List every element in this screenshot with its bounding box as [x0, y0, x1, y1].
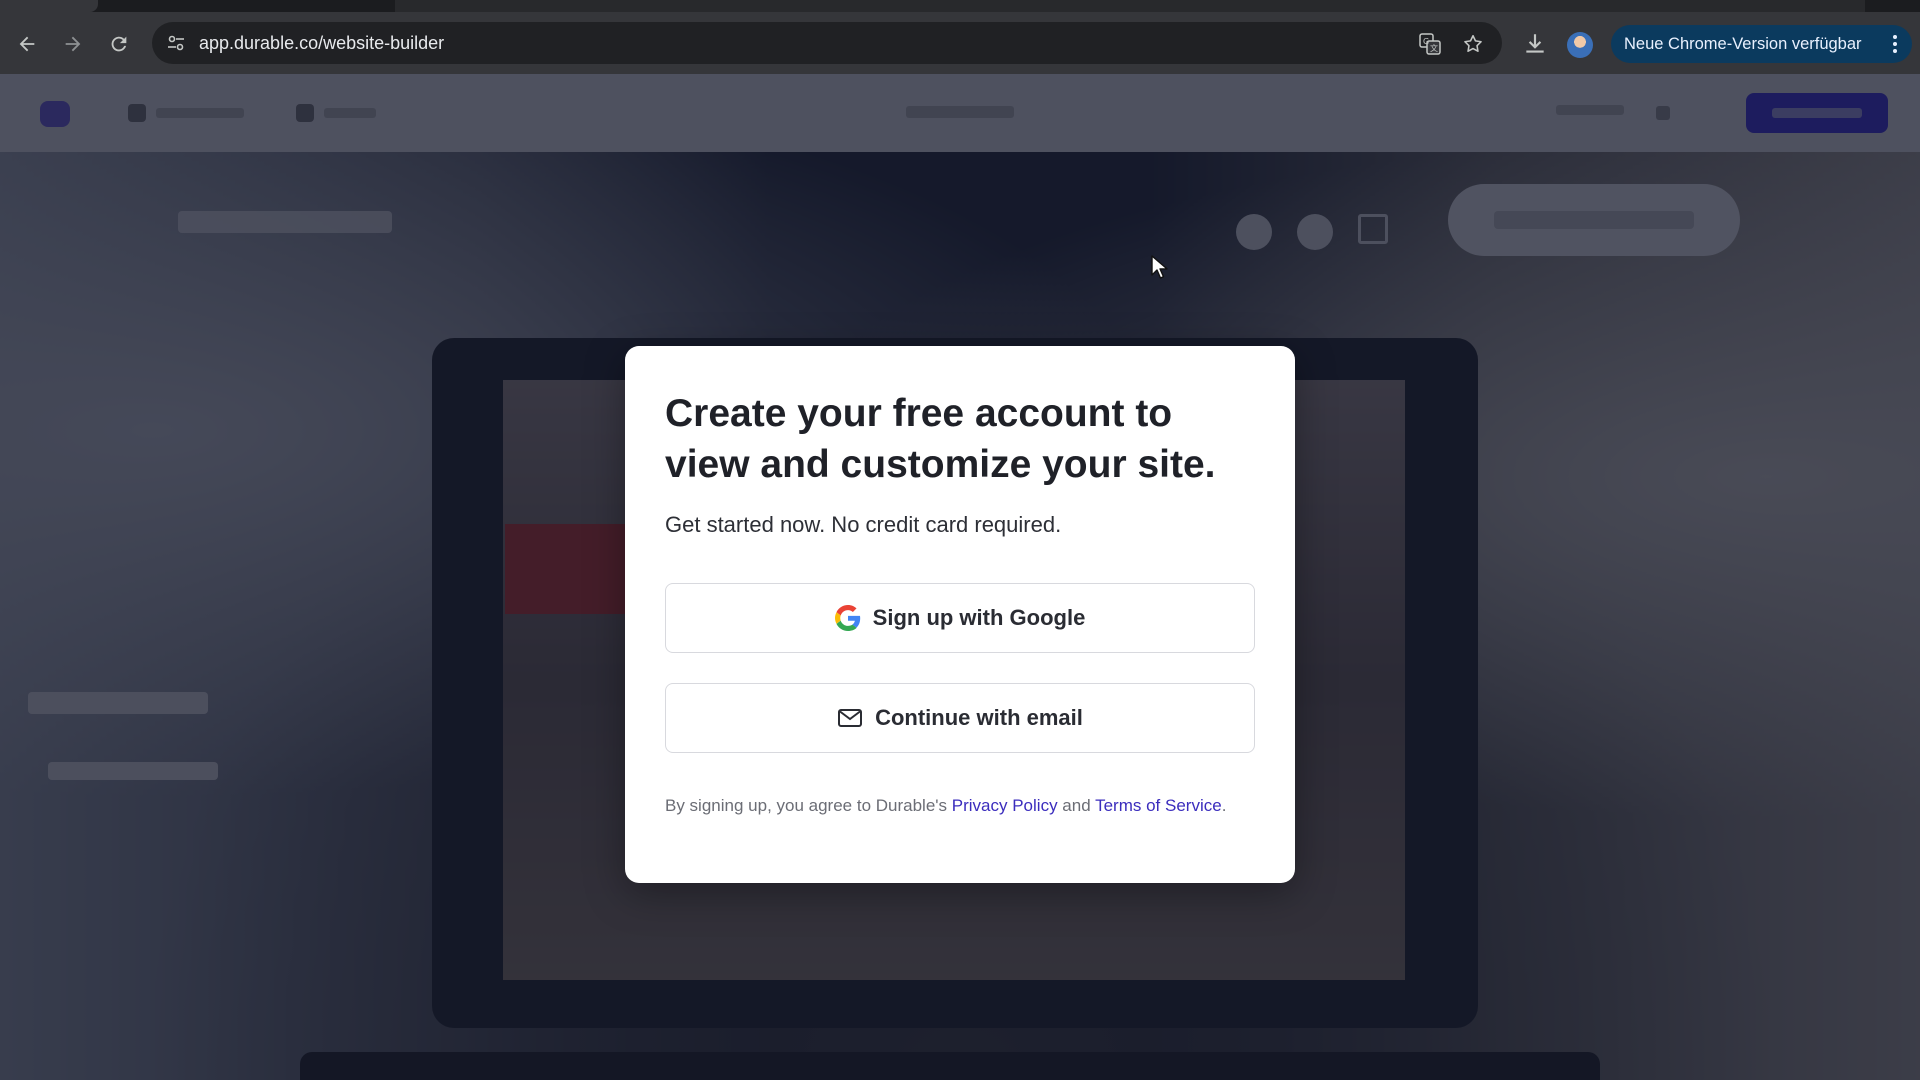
- legal-and: and: [1057, 796, 1096, 815]
- modal-title: Create your free account to view and cus…: [665, 392, 1216, 486]
- email-button-label: Continue with email: [875, 705, 1083, 730]
- mail-icon: [838, 709, 863, 727]
- active-tab[interactable]: [0, 0, 98, 12]
- svg-text:文: 文: [1430, 43, 1438, 53]
- address-bar[interactable]: app.durable.co/website-builder G 文: [152, 22, 1502, 64]
- modal-subtitle: Get started now. No credit card required…: [665, 512, 1062, 537]
- reload-icon: [111, 36, 127, 52]
- back-arrow-icon: [19, 36, 35, 52]
- tab-strip: [0, 0, 1920, 12]
- legal-suffix: .: [1221, 796, 1227, 815]
- privacy-policy-link[interactable]: Privacy Policy: [952, 796, 1058, 815]
- site-info-icon[interactable]: [166, 33, 186, 53]
- bookmark-star-icon[interactable]: [1462, 33, 1484, 55]
- chrome-update-button[interactable]: Neue Chrome-Version verfügbar: [1611, 25, 1912, 63]
- forward-arrow-icon: [65, 36, 81, 52]
- browser-toolbar: app.durable.co/website-builder G 文 Neue …: [0, 12, 1920, 74]
- profile-avatar[interactable]: [1567, 32, 1593, 58]
- sign-up-with-google-button[interactable]: Sign up with Google: [665, 583, 1255, 653]
- google-g-icon: [834, 605, 860, 631]
- google-button-label: Sign up with Google: [872, 605, 1086, 630]
- update-chip-label: Neue Chrome-Version verfügbar: [1624, 34, 1862, 53]
- terms-of-service-link[interactable]: Terms of Service: [1095, 796, 1222, 815]
- legal-notice: By signing up, you agree to Durable's Pr…: [665, 793, 1255, 819]
- download-icon[interactable]: [1522, 31, 1548, 57]
- signup-modal: Create your free account to view and cus…: [625, 346, 1295, 883]
- reload-button[interactable]: [106, 31, 132, 57]
- url-text[interactable]: app.durable.co/website-builder: [199, 33, 444, 54]
- legal-prefix: By signing up, you agree to Durable's: [665, 796, 952, 815]
- svg-text:G: G: [1423, 37, 1429, 46]
- translate-icon[interactable]: G 文: [1419, 33, 1441, 55]
- cursor-pointer-icon: [1151, 255, 1168, 279]
- forward-button[interactable]: [60, 31, 86, 57]
- continue-with-email-button[interactable]: Continue with email: [665, 683, 1255, 753]
- background-tab[interactable]: [395, 0, 1865, 12]
- more-vert-icon[interactable]: [1892, 34, 1898, 54]
- back-button[interactable]: [14, 31, 40, 57]
